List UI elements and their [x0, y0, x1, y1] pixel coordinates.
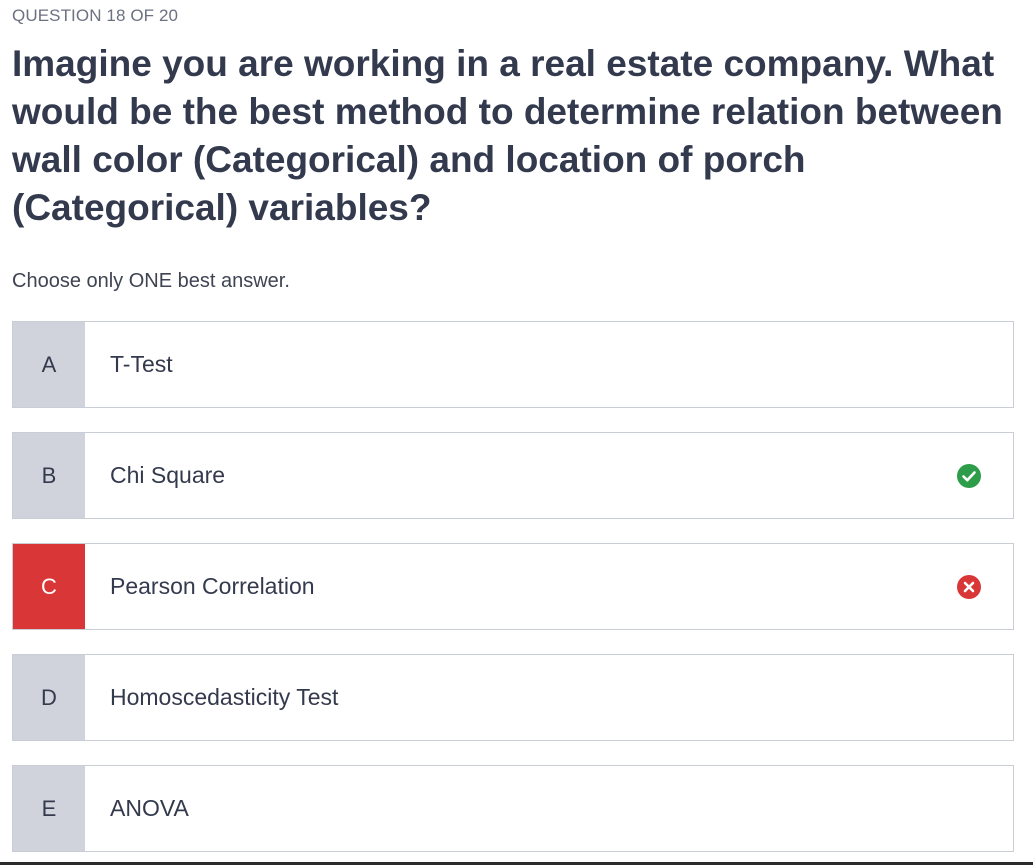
x-circle-icon [957, 574, 981, 599]
option-d[interactable]: D Homoscedasticity Test [12, 654, 1014, 741]
option-letter: A [13, 322, 85, 407]
option-a[interactable]: A T-Test [12, 321, 1014, 408]
option-b[interactable]: B Chi Square [12, 432, 1014, 519]
answer-instruction: Choose only ONE best answer. [12, 270, 290, 292]
question-text: Imagine you are working in a real estate… [12, 43, 1003, 228]
option-label: T-Test [110, 351, 173, 377]
option-e[interactable]: E ANOVA [12, 765, 1014, 852]
quiz-page: QUESTION 18 OF 20 Imagine you are workin… [0, 0, 1033, 865]
option-c[interactable]: C Pearson Correlation [12, 543, 1014, 630]
question-progress: QUESTION 18 OF 20 [12, 6, 179, 25]
option-letter: B [13, 433, 85, 518]
answer-options: A T-Test B Chi Square C Pearson Correlat… [12, 321, 1014, 865]
option-letter: E [13, 766, 85, 851]
option-letter: D [13, 655, 85, 740]
check-circle-icon [957, 463, 981, 488]
option-letter: C [13, 544, 85, 629]
option-label: Chi Square [110, 462, 226, 488]
option-label: Pearson Correlation [110, 573, 315, 599]
option-label: Homoscedasticity Test [110, 684, 339, 710]
option-label: ANOVA [110, 795, 189, 821]
